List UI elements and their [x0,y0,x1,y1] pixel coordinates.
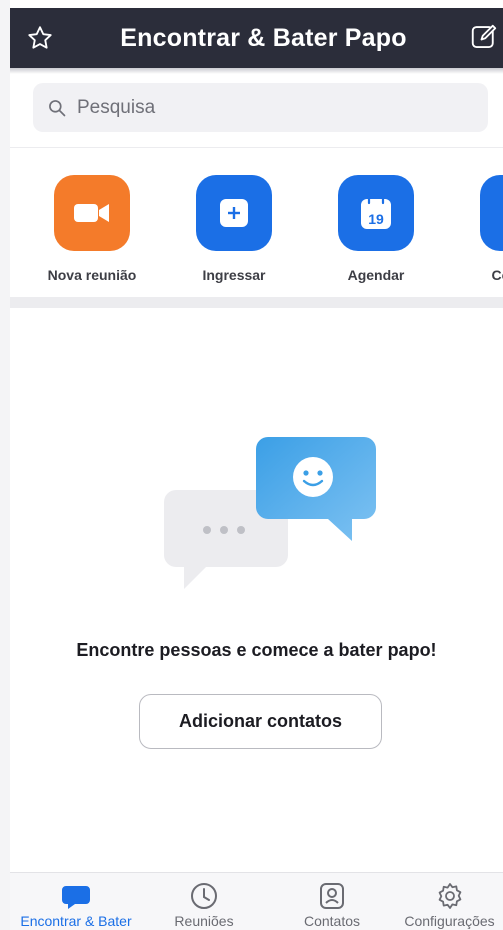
header-shadow [10,68,503,74]
share-screen-tile[interactable] [480,175,503,251]
divider [10,147,503,148]
section-separator [10,297,503,308]
search-icon [49,99,66,116]
video-camera-icon [74,204,109,222]
nav-label-chat: Encontrar & Bater [20,913,132,929]
top-bar: Encontrar & Bater Papo [10,8,503,68]
bottom-nav: Encontrar & Bater Reuniões Contatos Conf… [10,872,503,930]
nav-tab-meetings[interactable]: Reuniões [156,873,252,930]
search-input[interactable]: Pesquisa [33,83,488,132]
new-meeting-button[interactable]: Nova reunião [32,175,152,283]
nav-tab-chat[interactable]: Encontrar & Bater [12,873,140,930]
calendar-icon: 19 [361,195,391,229]
nav-tab-contacts[interactable]: Contatos [282,873,382,930]
nav-label-contacts: Contatos [303,913,361,929]
compose-icon[interactable] [469,22,499,52]
star-icon[interactable] [26,24,54,52]
share-screen-button[interactable]: Compar [458,175,503,283]
contact-card-icon [320,883,344,909]
clock-icon [191,883,217,909]
schedule-tile[interactable]: 19 [338,175,414,251]
gear-icon [438,883,461,909]
share-screen-label: Compar [491,267,503,283]
new-meeting-tile[interactable] [54,175,130,251]
schedule-label: Agendar [347,267,405,283]
quick-actions: Nova reunião Ingressar 19 Agendar C [10,175,503,285]
nav-label-meetings: Reuniões [174,913,234,929]
new-meeting-label: Nova reunião [47,267,137,283]
schedule-button[interactable]: 19 Agendar [316,175,436,283]
chat-bubble-icon [62,886,90,909]
plus-icon [220,199,248,227]
empty-state-message: Encontre pessoas e comece a bater papo! [76,640,437,660]
chat-bubbles-illustration [164,437,376,589]
add-contacts-button[interactable]: Adicionar contatos [139,694,382,749]
search-placeholder: Pesquisa [77,96,156,118]
join-label: Ingressar [202,267,266,283]
nav-label-settings: Configurações [404,913,495,929]
calendar-day: 19 [368,211,384,227]
phone-screen: Encontrar & Bater Papo Pesquisa Nova reu… [0,0,503,930]
nav-tab-settings[interactable]: Configurações [396,873,503,930]
page-title: Encontrar & Bater Papo [120,23,407,52]
join-tile[interactable] [196,175,272,251]
join-button[interactable]: Ingressar [174,175,294,283]
